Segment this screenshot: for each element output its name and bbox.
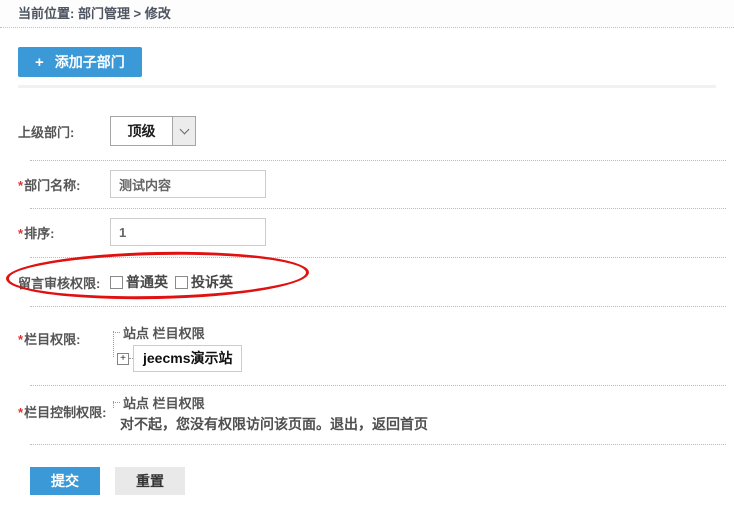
form-row-column-perm: *栏目权限: 站点 栏目权限 + jeecms演示站 (0, 307, 734, 385)
home-link[interactable]: 返回首页 (372, 416, 428, 432)
msg-audit-checkbox-group: 普通英 投诉英 (110, 272, 240, 292)
form-row-msg-audit: 留言审核权限: 普通英 投诉英 (0, 258, 734, 306)
checkbox-label: 普通英 (126, 274, 168, 290)
parent-dept-select[interactable]: 顶级 (110, 116, 196, 146)
dept-name-label: *部门名称: (18, 177, 81, 193)
checkbox-option-putongying[interactable]: 普通英 (110, 272, 168, 292)
checkbox-option-tousuying[interactable]: 投诉英 (175, 272, 233, 292)
form-actions: 提交 重置 (30, 467, 734, 495)
add-sub-department-button[interactable]: + 添加子部门 (18, 47, 142, 77)
reset-button[interactable]: 重置 (115, 467, 185, 495)
checkbox-icon[interactable] (110, 275, 123, 289)
tree-line (113, 331, 114, 357)
row-separator (30, 444, 726, 445)
submit-button[interactable]: 提交 (30, 467, 100, 495)
sort-label: *排序: (18, 225, 55, 241)
msg-audit-label: 留言审核权限: (18, 275, 101, 291)
comma-separator: ， (358, 416, 372, 432)
form-row-dept-name: *部门名称: (0, 161, 734, 208)
parent-dept-selected-value: 顶级 (127, 123, 156, 139)
checkbox-label: 投诉英 (191, 274, 233, 290)
add-sub-department-label: 添加子部门 (54, 54, 125, 70)
form-row-column-ctrl-perm: *栏目控制权限: 站点 栏目权限 对不起，您没有权限访问该页面。退出，返回首页 (0, 386, 734, 444)
tree-expand-icon[interactable]: + (117, 352, 129, 365)
tree-node-jeecms: + jeecms演示站 (117, 345, 243, 372)
required-asterisk: * (18, 405, 24, 420)
tree-root-label: 站点 栏目权限 (113, 323, 242, 341)
form-row-parent-dept: 上级部门: 顶级 (0, 88, 734, 160)
column-ctrl-perm-label: *栏目控制权限: (18, 405, 107, 420)
dept-name-input[interactable] (110, 170, 266, 198)
tree-root-label: 站点 栏目权限 (113, 393, 428, 411)
checkbox-icon[interactable] (175, 275, 188, 289)
parent-dept-label: 上级部门: (18, 124, 75, 140)
form-row-sort: *排序: (0, 209, 734, 257)
permission-error-message: 对不起，您没有权限访问该页面。退出，返回首页 (120, 414, 428, 434)
error-text: 对不起，您没有权限访问该页面。 (120, 416, 330, 432)
column-ctrl-perm-tree: 站点 栏目权限 对不起，您没有权限访问该页面。退出，返回首页 (110, 393, 428, 434)
required-asterisk: * (18, 225, 24, 241)
logout-link[interactable]: 退出 (330, 416, 358, 432)
sort-input[interactable] (110, 218, 266, 246)
tree-node-label[interactable]: jeecms演示站 (133, 345, 243, 372)
column-perm-tree: 站点 栏目权限 + jeecms演示站 (110, 323, 243, 372)
required-asterisk: * (18, 177, 24, 193)
required-asterisk: * (18, 332, 24, 347)
tree-line (113, 401, 114, 408)
chevron-down-icon[interactable] (172, 117, 195, 145)
plus-icon: + (35, 53, 44, 71)
column-perm-label: *栏目权限: (18, 332, 81, 347)
breadcrumb: 当前位置: 部门管理 > 修改 (0, 0, 734, 28)
